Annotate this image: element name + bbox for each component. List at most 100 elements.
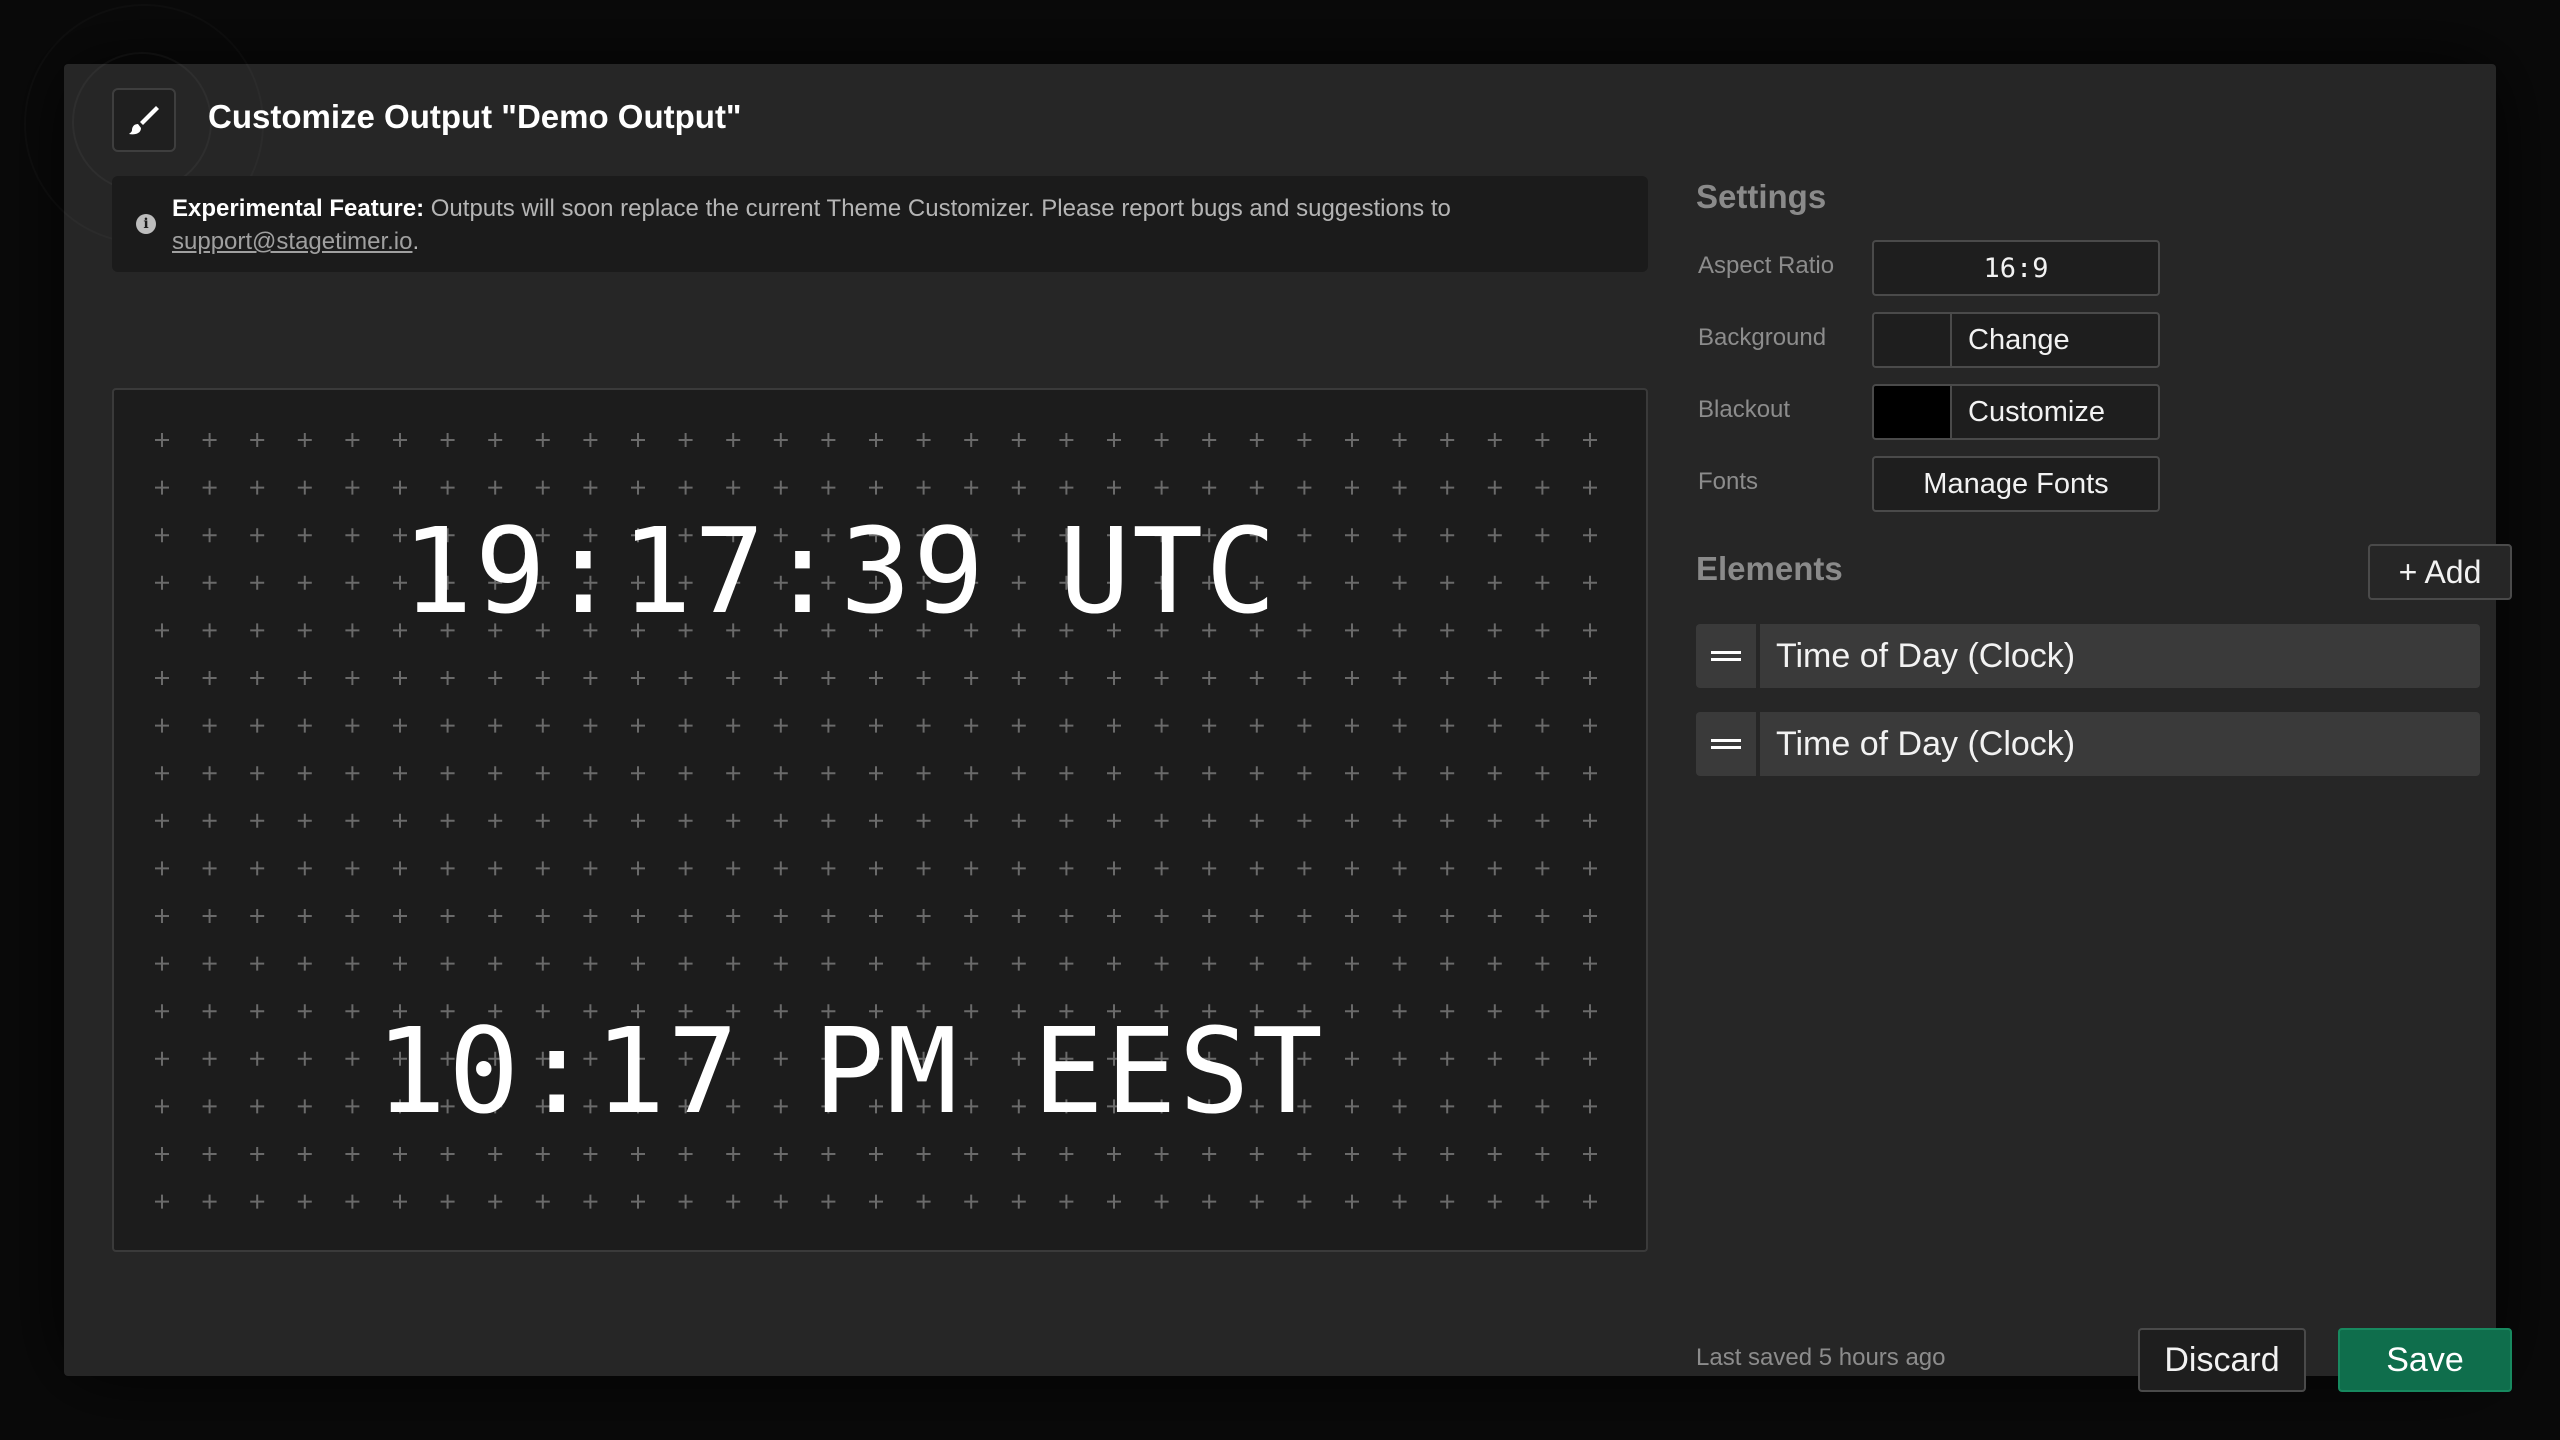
grid-plus-mark	[535, 480, 550, 495]
grid-plus-mark	[964, 718, 979, 733]
grid-plus-mark	[155, 433, 169, 447]
experimental-banner: i Experimental Feature: Outputs will soo…	[112, 176, 1648, 272]
grid-plus-mark	[440, 671, 455, 685]
grid-plus-mark	[773, 480, 788, 495]
grid-plus-mark	[964, 766, 979, 781]
grid-plus-mark	[1011, 766, 1026, 781]
clock-element-utc[interactable]: 19:17:39 UTC	[114, 502, 1646, 640]
elements-heading: Elements	[1696, 550, 1843, 587]
grid-plus-mark	[1345, 718, 1359, 733]
grid-plus-mark	[393, 480, 407, 495]
grid-plus-mark	[1583, 1194, 1597, 1209]
grid-plus-mark	[1297, 480, 1312, 495]
grid-plus-mark	[1297, 1194, 1312, 1209]
grid-plus-mark	[1249, 480, 1264, 495]
background-label: Background	[1698, 324, 1827, 351]
grid-plus-mark	[916, 813, 931, 828]
grid-plus-mark	[1154, 861, 1169, 876]
blackout-customize-button[interactable]: Customize	[1872, 384, 2160, 440]
grid-plus-mark	[250, 1147, 265, 1161]
drag-handle-icon[interactable]	[1696, 712, 1756, 776]
save-button[interactable]: Save	[2338, 1328, 2512, 1392]
grid-plus-mark	[1487, 480, 1502, 495]
background-change-button[interactable]: Change	[1872, 312, 2160, 368]
manage-fonts-button[interactable]: Manage Fonts	[1872, 456, 2160, 512]
grid-plus-mark	[1059, 909, 1074, 923]
grid-plus-mark	[1011, 909, 1026, 923]
grid-plus-mark	[964, 861, 979, 876]
grid-plus-mark	[250, 909, 265, 923]
grid-plus-mark	[1249, 909, 1264, 923]
grid-plus-mark	[1583, 956, 1597, 971]
grid-plus-mark	[250, 480, 265, 495]
grid-plus-mark	[1297, 766, 1312, 781]
grid-plus-mark	[1154, 1147, 1169, 1161]
add-element-button[interactable]: + Add	[2368, 544, 2512, 600]
grid-plus-mark	[155, 671, 169, 685]
grid-plus-mark	[1487, 766, 1502, 781]
aspect-ratio-select[interactable]: 16:9	[1872, 240, 2160, 296]
grid-plus-mark	[440, 909, 455, 923]
info-icon: i	[136, 214, 156, 234]
grid-plus-mark	[393, 909, 407, 923]
discard-button[interactable]: Discard	[2138, 1328, 2306, 1392]
grid-plus-mark	[1011, 1147, 1026, 1161]
grid-plus-mark	[1011, 433, 1026, 447]
grid-plus-mark	[488, 813, 503, 828]
grid-plus-mark	[345, 1194, 360, 1209]
grid-plus-mark	[726, 956, 741, 971]
output-preview[interactable]: 19:17:39 UTC 10:17 PM EEST	[112, 388, 1648, 1252]
grid-plus-mark	[678, 1194, 693, 1209]
grid-plus-mark	[1535, 1147, 1550, 1161]
grid-plus-mark	[1487, 718, 1502, 733]
grid-plus-mark	[773, 718, 788, 733]
grid-plus-mark	[1583, 766, 1597, 781]
grid-plus-mark	[869, 1194, 883, 1209]
grid-plus-mark	[202, 1147, 217, 1161]
grid-plus-mark	[726, 433, 741, 447]
paintbrush-icon	[112, 88, 176, 152]
element-item[interactable]: Time of Day (Clock)	[1696, 624, 2480, 688]
grid-plus-mark	[202, 813, 217, 828]
support-email-link[interactable]: support@stagetimer.io	[172, 228, 412, 255]
drag-handle-icon[interactable]	[1696, 624, 1756, 688]
grid-plus-mark	[631, 1194, 645, 1209]
grid-plus-mark	[583, 718, 598, 733]
grid-plus-mark	[583, 1194, 598, 1209]
grid-plus-mark	[345, 813, 360, 828]
grid-plus-mark	[1249, 1147, 1264, 1161]
grid-plus-mark	[155, 956, 169, 971]
grid-plus-mark	[488, 1147, 503, 1161]
grid-plus-mark	[631, 480, 645, 495]
grid-plus-mark	[1202, 433, 1217, 447]
grid-plus-mark	[1297, 813, 1312, 828]
element-item[interactable]: Time of Day (Clock)	[1696, 712, 2480, 776]
clock-element-local[interactable]: 10:17 PM EEST	[114, 1002, 1646, 1140]
grid-plus-mark	[821, 1147, 836, 1161]
grid-plus-mark	[678, 861, 693, 876]
grid-plus-mark	[155, 1147, 169, 1161]
grid-plus-mark	[250, 813, 265, 828]
grid-plus-mark	[1154, 671, 1169, 685]
grid-plus-mark	[1107, 480, 1121, 495]
grid-plus-mark	[631, 909, 645, 923]
grid-plus-mark	[488, 909, 503, 923]
manage-fonts-label: Manage Fonts	[1923, 467, 2109, 500]
grid-plus-mark	[869, 861, 883, 876]
grid-plus-mark	[202, 956, 217, 971]
grid-plus-mark	[869, 480, 883, 495]
grid-plus-mark	[1297, 433, 1312, 447]
grid-plus-mark	[678, 909, 693, 923]
grid-plus-mark	[583, 480, 598, 495]
grid-plus-mark	[964, 1194, 979, 1209]
grid-plus-mark	[1297, 718, 1312, 733]
grid-plus-mark	[297, 956, 312, 971]
grid-plus-mark	[440, 956, 455, 971]
grid-plus-mark	[583, 766, 598, 781]
grid-plus-mark	[1059, 718, 1074, 733]
grid-plus-mark	[393, 671, 407, 685]
grid-plus-mark	[678, 766, 693, 781]
grid-plus-mark	[535, 1194, 550, 1209]
grid-plus-mark	[1535, 909, 1550, 923]
grid-plus-mark	[1440, 956, 1455, 971]
